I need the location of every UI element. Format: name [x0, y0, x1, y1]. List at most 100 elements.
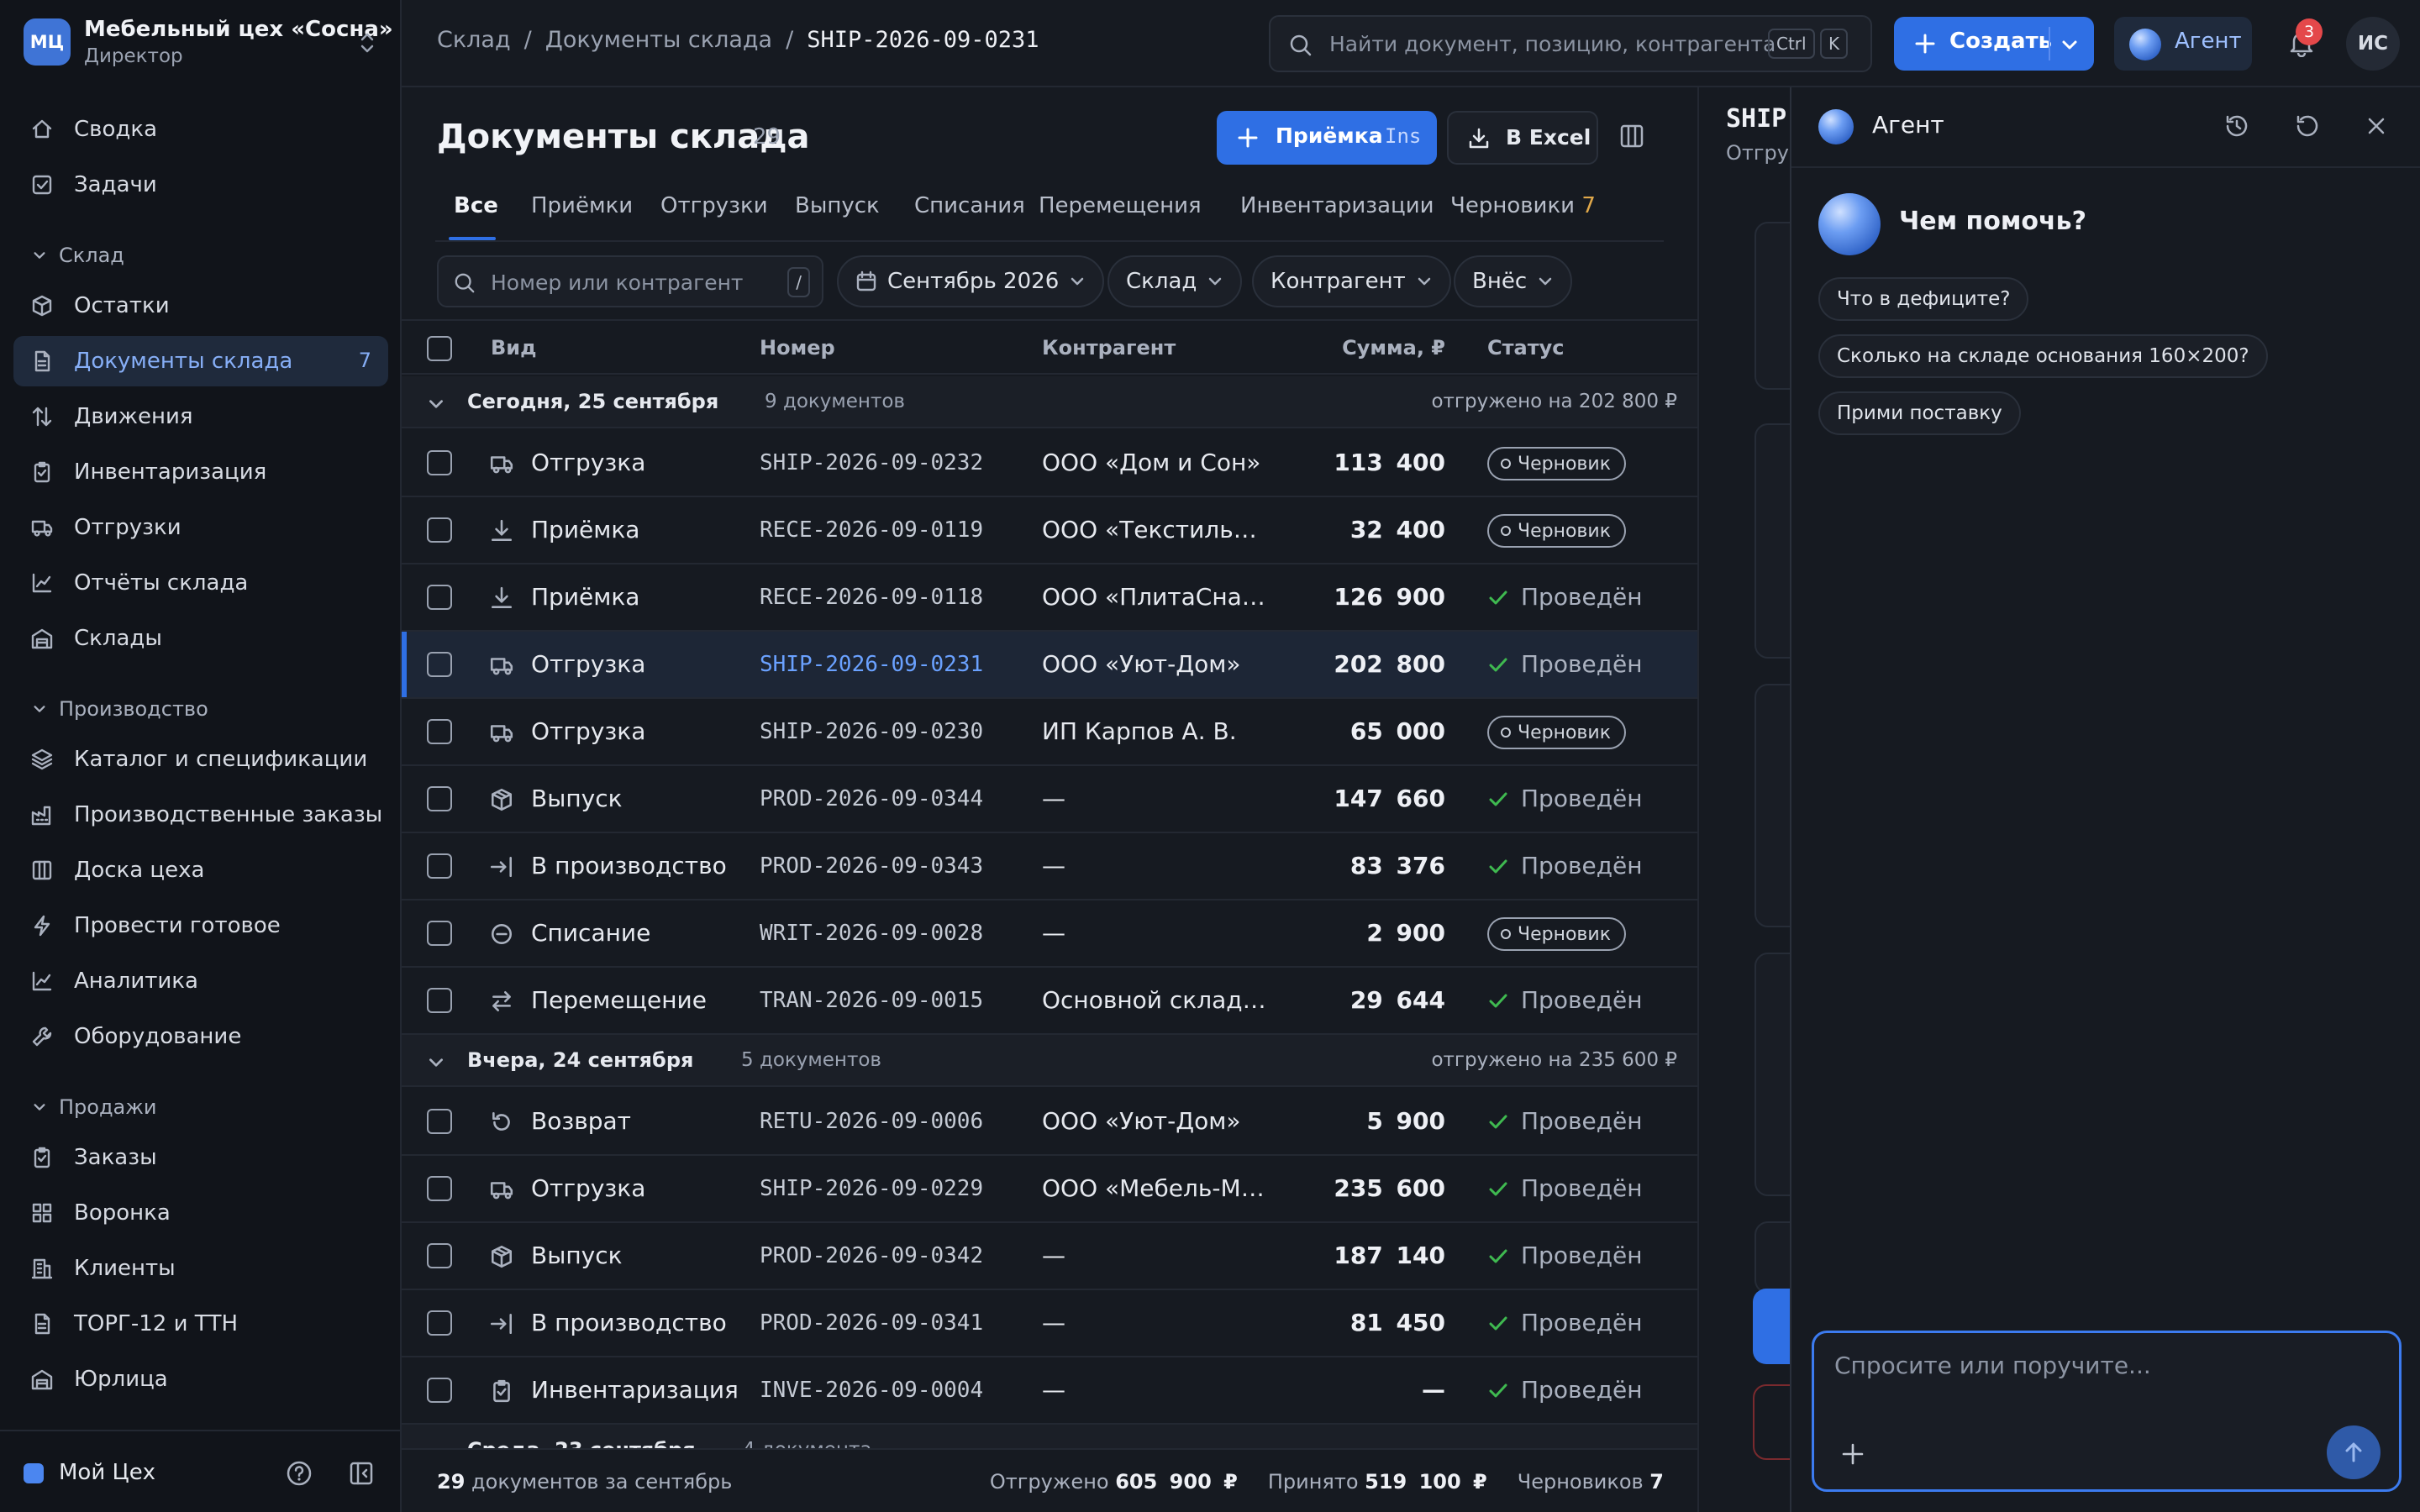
- help-icon[interactable]: [286, 1460, 313, 1487]
- sidebar-item[interactable]: Производственные заказы: [13, 790, 388, 840]
- row-number[interactable]: INVE-2026-09-0004: [760, 1378, 983, 1403]
- table-row[interactable]: Отгрузка SHIP-2026-09-0231 ООО «Уют-Дом» 20…: [402, 632, 1697, 699]
- sidebar-item[interactable]: Доска цеха: [13, 845, 388, 895]
- detail-primary-button[interactable]: [1753, 1289, 1790, 1364]
- sidebar-item[interactable]: Аналитика: [13, 956, 388, 1006]
- col-party[interactable]: Контрагент: [1042, 336, 1176, 360]
- row-checkbox[interactable]: [427, 1378, 452, 1403]
- avatar[interactable]: ИС: [2346, 17, 2400, 71]
- table-row[interactable]: Выпуск PROD-2026-09-0344 — 147 660 Проведён: [402, 766, 1697, 833]
- col-status[interactable]: Статус: [1487, 336, 1565, 360]
- sidebar-item[interactable]: Каталог и спецификации: [13, 734, 388, 785]
- table-row[interactable]: Инвентаризация INVE-2026-09-0004 — — Проведё…: [402, 1357, 1697, 1425]
- table-group-header[interactable]: Вчера, 24 сентября 5 документов отгружено …: [402, 1035, 1697, 1087]
- row-number[interactable]: SHIP-2026-09-0230: [760, 719, 983, 744]
- row-number[interactable]: WRIT-2026-09-0028: [760, 921, 983, 946]
- counterparty-filter[interactable]: Контрагент: [1252, 255, 1451, 307]
- send-button[interactable]: [2327, 1425, 2381, 1479]
- chevron-down-icon[interactable]: [32, 1100, 47, 1115]
- table-row[interactable]: Отгрузка SHIP-2026-09-0229 ООО «Мебель-Ма……: [402, 1156, 1697, 1223]
- org-switcher[interactable]: МЦ Мебельный цех «Сосна» Директор: [24, 17, 393, 69]
- row-number[interactable]: RECE-2026-09-0118: [760, 585, 983, 610]
- sidebar-item-check-square[interactable]: Задачи: [13, 160, 388, 210]
- row-number[interactable]: SHIP-2026-09-0229: [760, 1176, 983, 1201]
- row-number[interactable]: PROD-2026-09-0341: [760, 1310, 983, 1336]
- chevron-down-icon[interactable]: [2059, 34, 2081, 55]
- sidebar-item[interactable]: Склады: [13, 613, 388, 664]
- row-checkbox[interactable]: [427, 1176, 452, 1201]
- agent-suggestion[interactable]: Что в дефиците?: [1818, 277, 2029, 321]
- row-checkbox[interactable]: [427, 517, 452, 543]
- global-search-input[interactable]: Найти документ, позицию, контрагента Ctr…: [1269, 15, 1872, 72]
- sidebar-item[interactable]: Отчёты склада: [13, 558, 388, 608]
- select-all-checkbox[interactable]: [427, 336, 452, 361]
- tab[interactable]: Инвентаризации: [1240, 193, 1434, 218]
- table-row[interactable]: Приёмка RECE-2026-09-0118 ООО «ПлитаСнаб» 1…: [402, 564, 1697, 632]
- sidebar-section[interactable]: Склад: [32, 244, 124, 267]
- breadcrumb-item[interactable]: Документы склада: [545, 27, 772, 53]
- attach-plus-icon[interactable]: [1841, 1442, 1865, 1466]
- table-row[interactable]: Отгрузка SHIP-2026-09-0232 ООО «Дом и Сон»…: [402, 430, 1697, 497]
- row-checkbox[interactable]: [427, 853, 452, 879]
- period-filter[interactable]: Сентябрь 2026: [837, 255, 1105, 307]
- table-row[interactable]: Списание WRIT-2026-09-0028 — 2 900 Черновик: [402, 900, 1697, 968]
- sidebar-item[interactable]: Клиенты: [13, 1243, 388, 1294]
- chevron-down-icon[interactable]: [32, 701, 47, 717]
- sidebar-item[interactable]: Отгрузки: [13, 502, 388, 553]
- row-checkbox[interactable]: [427, 1243, 452, 1268]
- table-row[interactable]: В производство PROD-2026-09-0341 — 81 450 Пр…: [402, 1290, 1697, 1357]
- agent-suggestion[interactable]: Сколько на складе основания 160×200?: [1818, 334, 2268, 378]
- table-row[interactable]: Выпуск PROD-2026-09-0342 — 187 140 Проведён: [402, 1223, 1697, 1290]
- row-number[interactable]: SHIP-2026-09-0232: [760, 450, 983, 475]
- tab[interactable]: Черновики 7: [1450, 193, 1596, 218]
- chevron-down-icon[interactable]: [427, 1053, 445, 1072]
- table-row[interactable]: Приёмка RECE-2026-09-0119 ООО «ТекстильОп……: [402, 497, 1697, 564]
- sidebar-item[interactable]: Оборудование: [13, 1011, 388, 1062]
- warehouse-filter[interactable]: Склад: [1107, 255, 1243, 307]
- col-type[interactable]: Вид: [491, 336, 537, 360]
- create-button[interactable]: Создать: [1894, 17, 2094, 71]
- filter-search-input[interactable]: Номер или контрагент /: [437, 255, 823, 307]
- export-excel-button[interactable]: В Excel: [1447, 111, 1598, 165]
- row-checkbox[interactable]: [427, 921, 452, 946]
- sidebar-item[interactable]: Воронка: [13, 1188, 388, 1238]
- row-checkbox[interactable]: [427, 652, 452, 677]
- agent-suggestion[interactable]: Прими поставку: [1818, 391, 2021, 435]
- row-checkbox[interactable]: [427, 1109, 452, 1134]
- chevron-down-icon[interactable]: [427, 395, 445, 413]
- table-row[interactable]: Отгрузка SHIP-2026-09-0230 ИП Карпов А. В.…: [402, 699, 1697, 766]
- close-icon[interactable]: [2363, 113, 2390, 139]
- chevron-down-icon[interactable]: [32, 248, 47, 263]
- sidebar-item[interactable]: Заказы: [13, 1132, 388, 1183]
- agent-input[interactable]: Спросите или поручите...: [1812, 1331, 2402, 1492]
- col-number[interactable]: Номер: [760, 336, 835, 360]
- tab[interactable]: Выпуск: [795, 193, 880, 218]
- row-number[interactable]: RETU-2026-09-0006: [760, 1109, 983, 1134]
- tab[interactable]: Отгрузки: [660, 193, 768, 218]
- detail-danger-button[interactable]: [1753, 1384, 1790, 1460]
- sidebar-item[interactable]: Провести готовое: [13, 900, 388, 951]
- author-filter[interactable]: Внёс: [1454, 255, 1573, 307]
- breadcrumb-item[interactable]: Склад: [437, 27, 511, 53]
- tab[interactable]: Списания: [914, 193, 1025, 218]
- row-number[interactable]: PROD-2026-09-0343: [760, 853, 983, 879]
- tab[interactable]: Все: [454, 193, 498, 218]
- row-checkbox[interactable]: [427, 450, 452, 475]
- row-checkbox[interactable]: [427, 585, 452, 610]
- sidebar-section[interactable]: Продажи: [32, 1095, 156, 1119]
- columns-icon[interactable]: [1618, 123, 1645, 150]
- row-checkbox[interactable]: [427, 1310, 452, 1336]
- row-number[interactable]: RECE-2026-09-0119: [760, 517, 983, 543]
- table-row[interactable]: Возврат RETU-2026-09-0006 ООО «Уют-Дом» 5 9…: [402, 1089, 1697, 1156]
- sidebar-item-home[interactable]: Сводка: [13, 104, 388, 155]
- row-checkbox[interactable]: [427, 719, 452, 744]
- sidebar-item[interactable]: Остатки: [13, 281, 388, 331]
- tab[interactable]: Приёмки: [531, 193, 633, 218]
- table-row[interactable]: В производство PROD-2026-09-0343 — 83 376 Пр…: [402, 833, 1697, 900]
- row-checkbox[interactable]: [427, 988, 452, 1013]
- sidebar-item[interactable]: Движения: [13, 391, 388, 442]
- refresh-icon[interactable]: [2294, 113, 2321, 139]
- row-number[interactable]: TRAN-2026-09-0015: [760, 988, 983, 1013]
- col-sum[interactable]: Сумма, ₽: [1342, 336, 1445, 360]
- detail-card[interactable]: [1754, 1221, 1790, 1294]
